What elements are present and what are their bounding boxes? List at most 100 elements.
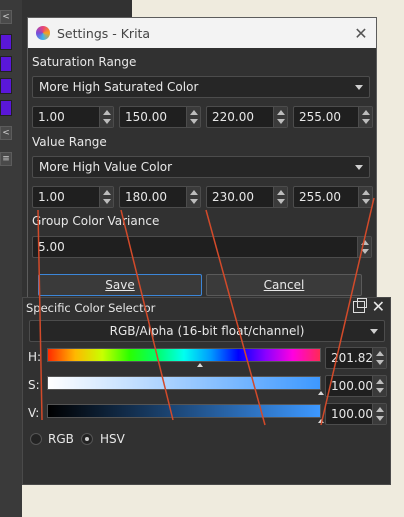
arrow-down-icon bbox=[376, 360, 384, 365]
saturation-mode-value: More High Saturated Color bbox=[39, 80, 199, 94]
cancel-button[interactable]: Cancel bbox=[206, 274, 362, 296]
spin-value: 255.00 bbox=[299, 110, 341, 124]
value-spin-2[interactable]: 180.00 bbox=[119, 186, 201, 208]
group-color-variance-label: Group Color Variance bbox=[32, 214, 160, 228]
value-spin-3[interactable]: 230.00 bbox=[206, 186, 288, 208]
saturation-spin-3[interactable]: 220.00 bbox=[206, 106, 288, 128]
spin-value: 255.00 bbox=[299, 190, 341, 204]
arrow-down-icon bbox=[190, 119, 198, 124]
toolbar-button[interactable]: ≡ bbox=[0, 152, 12, 166]
docker-title: Specific Color Selector bbox=[26, 301, 156, 315]
spin-value: 100.00 bbox=[331, 379, 373, 393]
spin-stepper[interactable] bbox=[372, 404, 386, 424]
value-mode-select[interactable]: More High Value Color bbox=[32, 156, 370, 178]
spin-stepper[interactable] bbox=[357, 237, 371, 257]
value-label: V: bbox=[28, 406, 40, 420]
specific-color-selector-docker: Specific Color Selector ✕ RGB/Alpha (16-… bbox=[22, 297, 391, 485]
spin-value: 180.00 bbox=[125, 190, 167, 204]
spin-stepper[interactable] bbox=[99, 107, 113, 127]
hue-slider[interactable] bbox=[47, 348, 321, 362]
hsv-radio[interactable] bbox=[81, 433, 93, 445]
hue-label: H: bbox=[28, 350, 42, 364]
spin-stepper[interactable] bbox=[273, 187, 287, 207]
arrow-up-icon bbox=[190, 190, 198, 195]
saturation-mode-select[interactable]: More High Saturated Color bbox=[32, 76, 370, 98]
arrow-up-icon bbox=[376, 379, 384, 384]
color-swatch[interactable] bbox=[0, 56, 12, 72]
spin-value: 100.00 bbox=[331, 407, 373, 421]
arrow-up-icon bbox=[376, 407, 384, 412]
left-toolbar: < < ≡ bbox=[0, 0, 22, 517]
arrow-down-icon bbox=[277, 199, 285, 204]
toolbar-button[interactable]: < bbox=[0, 10, 12, 24]
chevron-down-icon bbox=[355, 165, 363, 170]
title-bar: Settings - Krita ✕ bbox=[28, 18, 376, 48]
arrow-up-icon bbox=[103, 110, 111, 115]
color-swatch[interactable] bbox=[0, 78, 12, 94]
arrow-down-icon bbox=[277, 119, 285, 124]
spin-value: 220.00 bbox=[212, 110, 254, 124]
save-button[interactable]: Save bbox=[38, 274, 202, 296]
hue-slider-handle[interactable] bbox=[197, 363, 204, 367]
value-spin[interactable]: 100.00 bbox=[325, 403, 387, 425]
arrow-down-icon bbox=[190, 199, 198, 204]
saturation-spin-1[interactable]: 1.00 bbox=[32, 106, 114, 128]
hue-spin[interactable]: 201.82 bbox=[325, 347, 387, 369]
saturation-slider[interactable] bbox=[47, 376, 321, 390]
spin-value: 1.00 bbox=[38, 110, 65, 124]
spin-stepper[interactable] bbox=[99, 187, 113, 207]
value-spin-1[interactable]: 1.00 bbox=[32, 186, 114, 208]
spin-stepper[interactable] bbox=[186, 107, 200, 127]
settings-dialog: Settings - Krita ✕ Saturation Range More… bbox=[27, 17, 377, 302]
color-swatch[interactable] bbox=[0, 34, 12, 50]
arrow-down-icon bbox=[103, 119, 111, 124]
hsv-radio-label: HSV bbox=[100, 432, 125, 446]
spin-value: 230.00 bbox=[212, 190, 254, 204]
group-color-variance-spin[interactable]: 5.00 bbox=[32, 236, 372, 258]
arrow-down-icon bbox=[362, 119, 370, 124]
float-window-icon[interactable] bbox=[353, 298, 367, 313]
saturation-spin[interactable]: 100.00 bbox=[325, 375, 387, 397]
spin-stepper[interactable] bbox=[186, 187, 200, 207]
color-swatch[interactable] bbox=[0, 100, 12, 116]
arrow-up-icon bbox=[376, 351, 384, 356]
spin-stepper[interactable] bbox=[372, 376, 386, 396]
arrow-up-icon bbox=[362, 190, 370, 195]
saturation-slider-handle[interactable] bbox=[318, 391, 324, 395]
colorspace-value: RGB/Alpha (16-bit float/channel) bbox=[109, 324, 305, 338]
arrow-down-icon bbox=[362, 199, 370, 204]
spin-stepper[interactable] bbox=[358, 107, 372, 127]
arrow-up-icon bbox=[361, 240, 369, 245]
value-spin-4[interactable]: 255.00 bbox=[293, 186, 373, 208]
arrow-down-icon bbox=[361, 249, 369, 254]
arrow-up-icon bbox=[277, 110, 285, 115]
arrow-up-icon bbox=[190, 110, 198, 115]
value-range-label: Value Range bbox=[32, 135, 107, 149]
toolbar-button[interactable]: < bbox=[0, 126, 12, 140]
krita-logo-icon bbox=[36, 26, 50, 40]
window-title: Settings - Krita bbox=[57, 25, 151, 41]
close-icon[interactable]: ✕ bbox=[372, 297, 385, 316]
spin-value: 150.00 bbox=[125, 110, 167, 124]
value-mode-value: More High Value Color bbox=[39, 160, 173, 174]
arrow-down-icon bbox=[376, 388, 384, 393]
rgb-radio[interactable] bbox=[30, 433, 42, 445]
saturation-range-label: Saturation Range bbox=[32, 55, 137, 69]
arrow-down-icon bbox=[103, 199, 111, 204]
close-icon[interactable]: ✕ bbox=[346, 24, 376, 43]
arrow-up-icon bbox=[103, 190, 111, 195]
saturation-spin-2[interactable]: 150.00 bbox=[119, 106, 201, 128]
saturation-spin-4[interactable]: 255.00 bbox=[293, 106, 373, 128]
chevron-down-icon bbox=[355, 85, 363, 90]
value-slider[interactable] bbox=[47, 404, 321, 418]
spin-value: 1.00 bbox=[38, 190, 65, 204]
spin-value: 201.82 bbox=[331, 351, 373, 365]
value-slider-handle[interactable] bbox=[318, 419, 324, 423]
spin-stepper[interactable] bbox=[358, 187, 372, 207]
colorspace-select[interactable]: RGB/Alpha (16-bit float/channel) bbox=[29, 320, 385, 342]
rgb-radio-label: RGB bbox=[48, 432, 74, 446]
spin-stepper[interactable] bbox=[273, 107, 287, 127]
spin-stepper[interactable] bbox=[372, 348, 386, 368]
saturation-label: S: bbox=[28, 378, 40, 392]
spin-value: 5.00 bbox=[38, 240, 65, 254]
